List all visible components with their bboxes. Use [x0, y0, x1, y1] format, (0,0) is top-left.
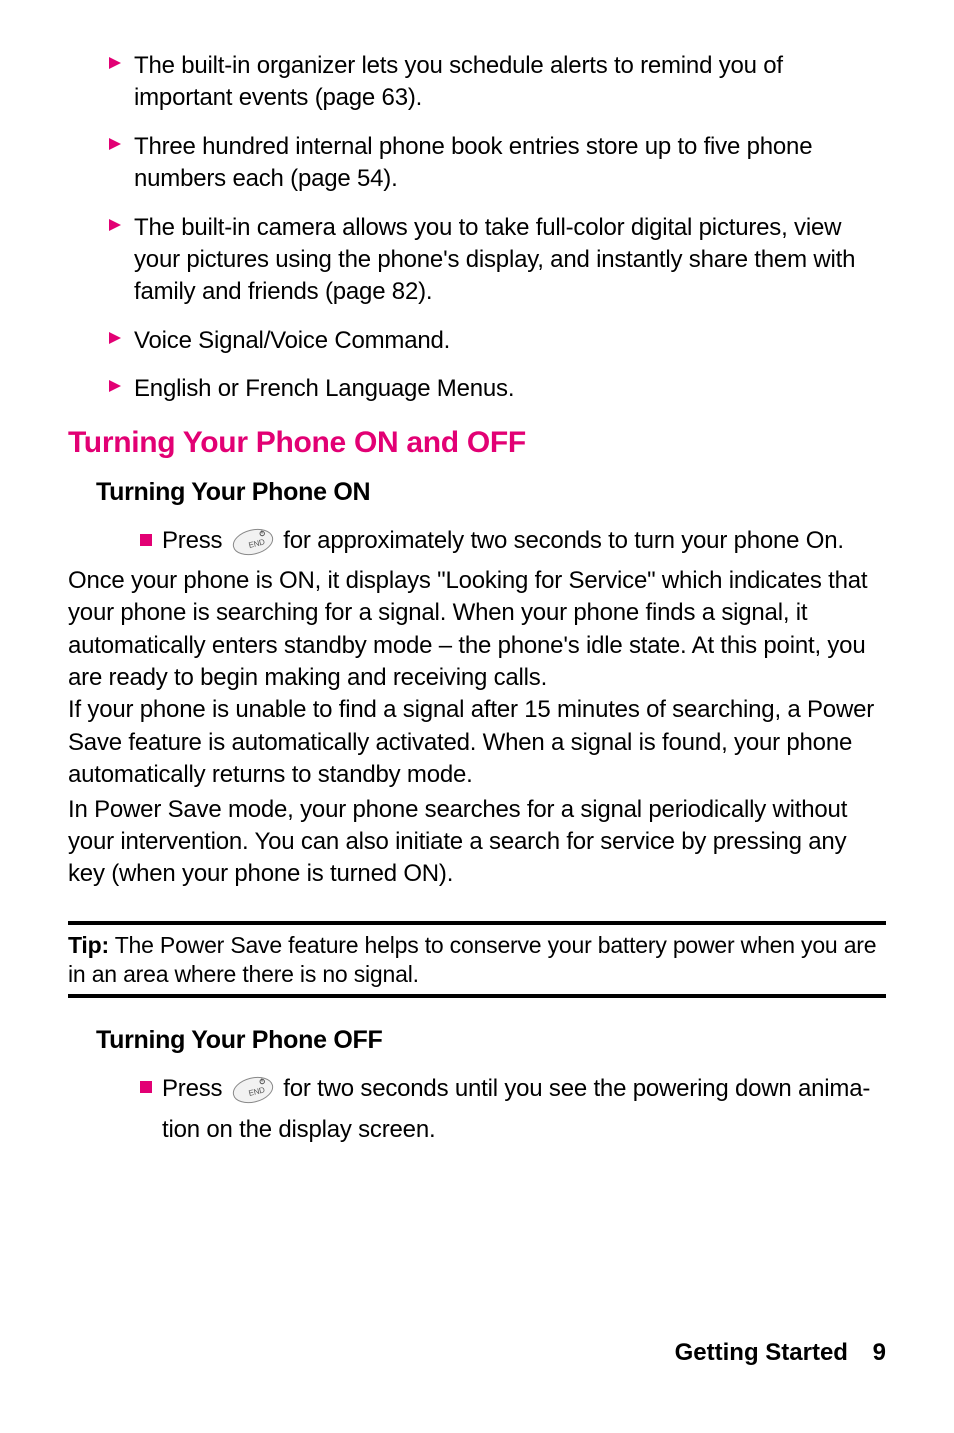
- on-para1: Once your phone is ON, it displays "Look…: [68, 567, 867, 691]
- bullet-text: The built-in organizer lets you schedule…: [134, 50, 886, 115]
- list-item: English or French Language Menus.: [108, 373, 886, 405]
- on-instructions: Press END for approximately two seconds …: [68, 525, 886, 891]
- square-icon: [140, 534, 152, 546]
- square-icon: [140, 1081, 152, 1093]
- feature-list: The built-in organizer lets you schedule…: [108, 50, 886, 406]
- arrow-icon: [108, 218, 122, 232]
- page-footer: Getting Started 9: [675, 1339, 886, 1367]
- subheading-on: Turning Your Phone ON: [96, 478, 886, 507]
- bullet-text: Three hundred internal phone book entrie…: [134, 131, 886, 196]
- divider: [68, 994, 886, 998]
- list-item: The built-in organizer lets you schedule…: [108, 50, 886, 115]
- arrow-icon: [108, 379, 122, 393]
- arrow-icon: [108, 331, 122, 345]
- arrow-icon: [108, 137, 122, 151]
- bullet-text: Voice Signal/Voice Command.: [134, 325, 450, 357]
- bullet-text: English or French Language Menus.: [134, 373, 514, 405]
- off-line1: Press END for two seconds until you see …: [162, 1073, 870, 1113]
- on-para2: If your phone is unable to find a signal…: [68, 694, 886, 791]
- chapter-name: Getting Started: [675, 1339, 848, 1366]
- tip-label: Tip:: [68, 932, 109, 958]
- on-after-text: for approximately two seconds to turn yo…: [277, 527, 844, 554]
- press-label: Press: [162, 1075, 222, 1102]
- arrow-icon: [108, 56, 122, 70]
- list-item: Voice Signal/Voice Command.: [108, 325, 886, 357]
- press-label: Press: [162, 527, 222, 554]
- end-key-icon: END: [231, 1076, 275, 1113]
- divider: [68, 921, 886, 925]
- list-item: The built-in camera allows you to take f…: [108, 212, 886, 309]
- on-para3: In Power Save mode, your phone searches …: [68, 794, 886, 891]
- tip-callout: Tip: The Power Save feature helps to con…: [68, 931, 886, 989]
- bullet-text: The built-in camera allows you to take f…: [134, 212, 886, 309]
- subheading-off: Turning Your Phone OFF: [96, 1026, 886, 1055]
- tip-body: The Power Save feature helps to conserve…: [68, 932, 876, 987]
- off-after-text: for two seconds until you see the poweri…: [277, 1075, 863, 1102]
- end-key-icon: END: [231, 528, 275, 565]
- list-item: Three hundred internal phone book entrie…: [108, 131, 886, 196]
- off-line2: tion on the display screen.: [162, 1114, 870, 1146]
- page-number: 9: [873, 1339, 886, 1366]
- section-title: Turning Your Phone ON and OFF: [68, 426, 886, 460]
- off-instruction-row: Press END for two seconds until you see …: [140, 1073, 886, 1146]
